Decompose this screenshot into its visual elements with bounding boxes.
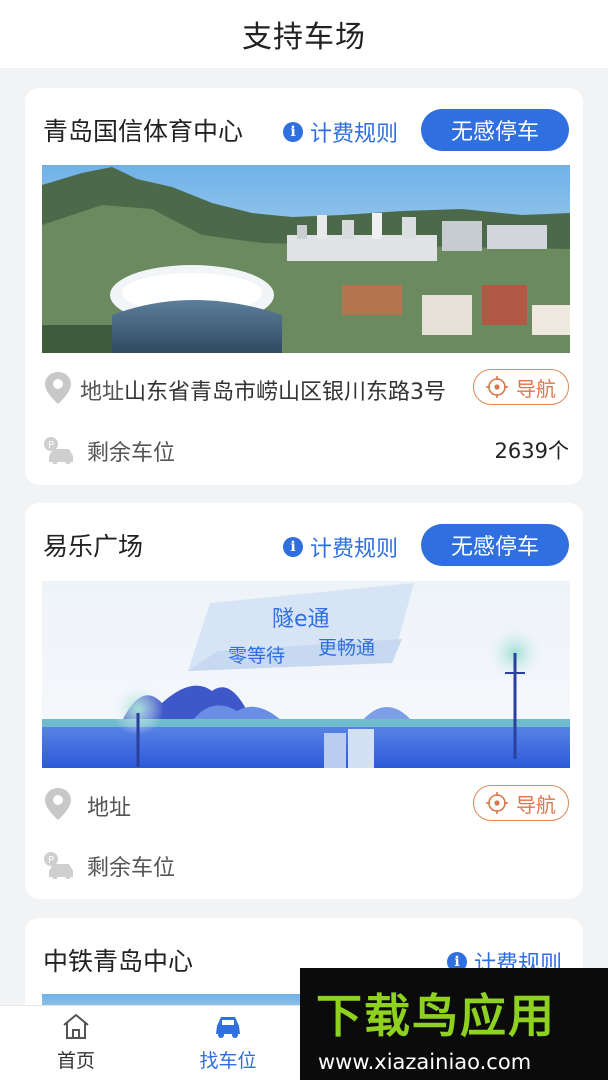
spaces-label: 剩余车位	[87, 856, 176, 881]
navigate-button[interactable]: 导航	[473, 369, 569, 405]
parking-car-icon: P	[44, 437, 73, 464]
home-icon	[63, 1013, 89, 1039]
navigate-label: 导航	[516, 792, 556, 817]
lot-photo	[42, 165, 570, 353]
banner-title: 隧e通	[272, 607, 330, 632]
info-icon: i	[283, 122, 303, 142]
address-label: 地址	[87, 796, 132, 821]
billing-rules-label: 计费规则	[310, 537, 399, 562]
banner-right-slogan: 更畅通	[318, 637, 376, 659]
address-value: 山东省青岛市崂山区银川东路3号	[124, 380, 447, 405]
contactless-parking-button[interactable]: 无感停车	[421, 524, 569, 566]
stadium-photo-image	[42, 165, 570, 353]
tab-home-label: 首页	[56, 1050, 95, 1072]
tab-find-parking-label: 找车位	[199, 1050, 257, 1072]
card-header: 易乐广场 i 计费规则 无感停车	[25, 503, 583, 583]
parking-lot-card[interactable]: 青岛国信体育中心 i 计费规则 无感停车 地址山东省青岛市崂山区银川东路3号 导…	[25, 88, 583, 485]
lot-name: 青岛国信体育中心	[43, 117, 244, 146]
lot-name: 中铁青岛中心	[43, 947, 194, 976]
card-header: 青岛国信体育中心 i 计费规则 无感停车	[25, 88, 583, 168]
location-pin-icon	[45, 372, 71, 404]
address-text: 地址山东省青岛市崂山区银川东路3号	[80, 374, 446, 406]
spaces-label: 剩余车位	[87, 441, 176, 466]
spaces-row: P 剩余车位	[25, 839, 583, 889]
top-bar: 支持车场	[0, 0, 608, 68]
info-icon: i	[283, 537, 303, 557]
navigate-label: 导航	[516, 376, 556, 401]
crosshair-icon	[486, 376, 508, 398]
billing-rules-label: 计费规则	[310, 122, 399, 147]
watermark-logo: 下载鸟应用 www.xiazainiao.com	[300, 968, 608, 1080]
navigate-button[interactable]: 导航	[473, 785, 569, 821]
crosshair-icon	[486, 792, 508, 814]
tab-home[interactable]: 首页	[16, 1012, 136, 1078]
parking-car-icon: P	[44, 852, 73, 879]
parking-lot-card[interactable]: 易乐广场 i 计费规则 无感停车 隧e通 零等待 更畅通 地址 导航 P 剩余车…	[25, 503, 583, 899]
watermark-title: 下载鸟应用	[316, 989, 556, 1043]
billing-rules-link[interactable]: i 计费规则	[283, 531, 398, 563]
address-row: 地址 导航	[25, 779, 583, 829]
spaces-count: 2639个	[494, 439, 569, 463]
tab-find-parking[interactable]: 找车位	[168, 1012, 288, 1078]
lot-banner: 隧e通 零等待 更畅通	[42, 581, 570, 768]
watermark-url: www.xiazainiao.com	[318, 1050, 532, 1074]
spaces-row: P 剩余车位 2639个	[25, 424, 583, 474]
car-icon	[216, 1017, 240, 1038]
billing-rules-link[interactable]: i 计费规则	[283, 116, 398, 148]
address-row: 地址山东省青岛市崂山区银川东路3号 导航	[25, 363, 583, 413]
address-label: 地址	[80, 380, 125, 405]
banner-left-slogan: 零等待	[228, 645, 286, 667]
contactless-parking-button[interactable]: 无感停车	[421, 109, 569, 151]
page-title: 支持车场	[242, 20, 366, 55]
lot-name: 易乐广场	[43, 532, 144, 561]
location-pin-icon	[45, 788, 71, 820]
